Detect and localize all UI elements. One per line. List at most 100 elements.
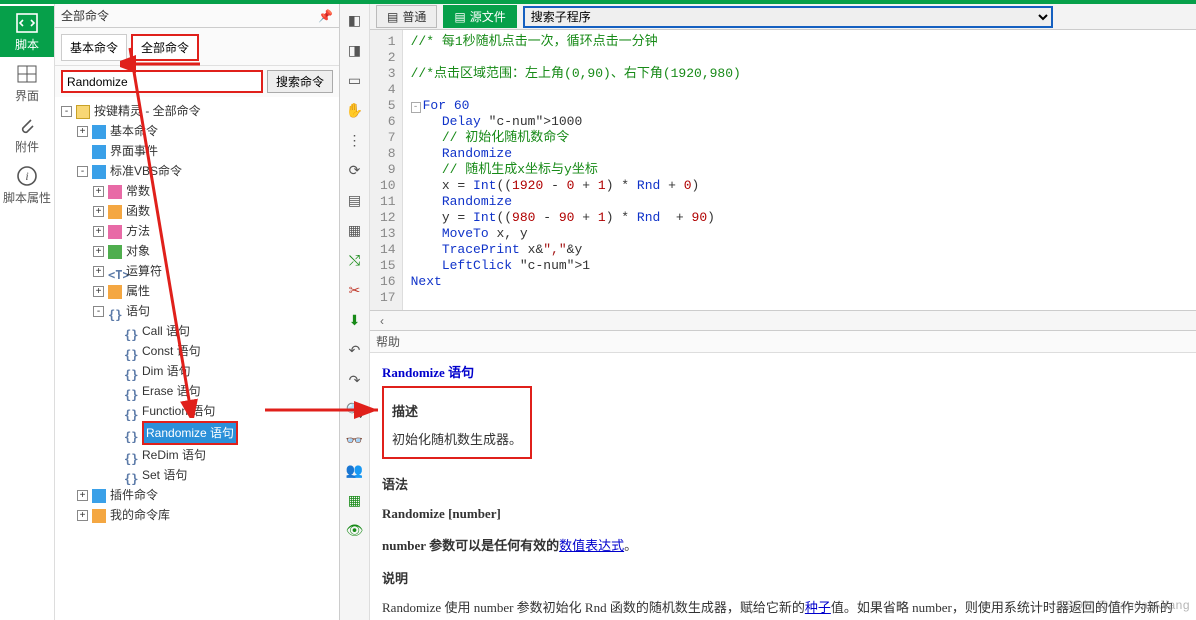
- people-icon[interactable]: 👥: [345, 460, 365, 480]
- tool-10[interactable]: ✂: [345, 280, 365, 300]
- tree-operator[interactable]: 运算符: [126, 264, 162, 278]
- help-header: 帮助: [370, 331, 1196, 353]
- expand-toggle[interactable]: +: [93, 246, 104, 257]
- expand-toggle[interactable]: +: [77, 126, 88, 137]
- pin-icon[interactable]: 📌: [318, 9, 333, 23]
- brace-icon: {}: [124, 469, 138, 483]
- expand-toggle[interactable]: +: [93, 286, 104, 297]
- tree-erase[interactable]: Erase 语句: [142, 384, 201, 398]
- vertical-toolbar: ◧ ◨ ▭ ✋ ⋮ ⟳ ▤ ▦ ⤭ ✂ ⬇ ↶ ↷ 🔍 👓 👥 ▦ 👁: [340, 4, 370, 620]
- tab-source[interactable]: ▤源文件: [443, 5, 516, 28]
- help-panel: 帮助 Randomize 语句 描述 初始化随机数生成器。 语法 Randomi…: [370, 330, 1196, 620]
- tree-uievent[interactable]: 界面事件: [110, 144, 158, 158]
- tree-vbs[interactable]: 标准VBS命令: [110, 164, 182, 178]
- tool-9[interactable]: ⤭: [345, 250, 365, 270]
- lib-icon: [92, 509, 106, 523]
- sub-search-wrap: 搜索子程序: [523, 6, 1053, 28]
- command-tree[interactable]: - 按键精灵 - 全部命令 + 基本命令 界面事件 - 标准VBS命令 + 常数 + 函数…: [55, 97, 339, 620]
- tab-basic-cmd[interactable]: 基本命令: [61, 34, 127, 61]
- editor-area: ▤普通 ▤源文件 搜索子程序 1234567891011121314151617…: [370, 4, 1196, 620]
- brace-icon: {}: [108, 305, 122, 319]
- expand-toggle[interactable]: +: [93, 206, 104, 217]
- tree-const[interactable]: 常数: [126, 184, 150, 198]
- tool-2[interactable]: ◨: [345, 40, 365, 60]
- rail-attach[interactable]: 附件: [0, 108, 54, 159]
- tree-func[interactable]: 函数: [126, 204, 150, 218]
- eye-icon[interactable]: 👁: [345, 520, 365, 540]
- help-seed-link[interactable]: 种子: [805, 600, 831, 615]
- tool-7[interactable]: ▤: [345, 190, 365, 210]
- hand-icon[interactable]: ✋: [345, 100, 365, 120]
- code-icon: [15, 12, 39, 34]
- help-explain-heading: 说明: [382, 567, 1184, 592]
- brace-icon: {}: [124, 325, 138, 339]
- tool-6[interactable]: ⟳: [345, 160, 365, 180]
- tree-function[interactable]: Function 语句: [142, 404, 215, 418]
- expand-toggle[interactable]: +: [77, 490, 88, 501]
- rail-script[interactable]: 脚本: [0, 6, 54, 57]
- tool-1[interactable]: ◧: [345, 10, 365, 30]
- help-param-link[interactable]: 数值表达式: [559, 538, 624, 553]
- tree-set[interactable]: Set 语句: [142, 468, 187, 482]
- cmd-icon: [92, 145, 106, 159]
- rail-ui-label: 界面: [15, 89, 39, 103]
- tool-11[interactable]: ⬇: [345, 310, 365, 330]
- expand-toggle[interactable]: +: [93, 226, 104, 237]
- tree-statement[interactable]: 语句: [126, 304, 150, 318]
- expand-toggle[interactable]: -: [93, 306, 104, 317]
- code-editor[interactable]: 1234567891011121314151617 //* 每1秒随机点击一次，…: [370, 30, 1196, 310]
- tree-redim[interactable]: ReDim 语句: [142, 448, 206, 462]
- grid-icon: [15, 63, 39, 85]
- tree-call[interactable]: Call 语句: [142, 324, 190, 338]
- command-search-input[interactable]: [61, 70, 263, 93]
- brace-icon: {}: [124, 427, 138, 441]
- tab-normal[interactable]: ▤普通: [376, 5, 437, 28]
- tree-mylib[interactable]: 我的命令库: [110, 508, 170, 522]
- expand-toggle[interactable]: +: [93, 266, 104, 277]
- brace-icon: {}: [124, 385, 138, 399]
- brace-icon: {}: [124, 449, 138, 463]
- expand-toggle[interactable]: -: [77, 166, 88, 177]
- tree-plugin[interactable]: 插件命令: [110, 488, 158, 502]
- rail-ui[interactable]: 界面: [0, 57, 54, 108]
- info-icon: i: [15, 165, 39, 187]
- rail-props[interactable]: i 脚本属性: [0, 159, 54, 210]
- chevron-left-icon[interactable]: ‹: [370, 314, 394, 328]
- help-param-pre: number 参数可以是任何有效的: [382, 538, 559, 553]
- rail-attach-label: 附件: [15, 140, 39, 154]
- tree-root[interactable]: 按键精灵 - 全部命令: [94, 104, 201, 118]
- method-icon: [108, 225, 122, 239]
- sub-search-select[interactable]: 搜索子程序: [523, 6, 1053, 28]
- tree-randomize[interactable]: Randomize 语句: [142, 421, 238, 445]
- command-search-button[interactable]: 搜索命令: [267, 70, 333, 93]
- cmd-icon: [92, 165, 106, 179]
- tree-method[interactable]: 方法: [126, 224, 150, 238]
- operator-icon: <T>: [108, 265, 122, 279]
- binoculars-icon[interactable]: 👓: [345, 430, 365, 450]
- tree-const-stmt[interactable]: Const 语句: [142, 344, 201, 358]
- help-param-post: 。: [624, 538, 637, 553]
- line-gutter: 1234567891011121314151617: [370, 30, 403, 310]
- undo-icon[interactable]: ↶: [345, 340, 365, 360]
- tree-property[interactable]: 属性: [126, 284, 150, 298]
- tool-17[interactable]: ▦: [345, 490, 365, 510]
- tree-dim[interactable]: Dim 语句: [142, 364, 191, 378]
- expand-toggle[interactable]: +: [93, 186, 104, 197]
- code-content[interactable]: //* 每1秒随机点击一次，循环点击一分钟 //*点击区域范围：左上角(0,90…: [403, 30, 749, 310]
- tree-basic[interactable]: 基本命令: [110, 124, 158, 138]
- tool-3[interactable]: ▭: [345, 70, 365, 90]
- expand-toggle[interactable]: +: [77, 510, 88, 521]
- redo-icon[interactable]: ↷: [345, 370, 365, 390]
- const-icon: [108, 185, 122, 199]
- tab-all-cmd[interactable]: 全部命令: [131, 34, 199, 61]
- search-icon[interactable]: 🔍: [345, 400, 365, 420]
- tool-5[interactable]: ⋮: [345, 130, 365, 150]
- tree-object[interactable]: 对象: [126, 244, 150, 258]
- tool-8[interactable]: ▦: [345, 220, 365, 240]
- help-splitter[interactable]: ‹: [370, 310, 1196, 330]
- brace-icon: {}: [124, 345, 138, 359]
- object-icon: [108, 245, 122, 259]
- cmd-icon: [92, 489, 106, 503]
- help-desc-text: 初始化随机数生成器。: [392, 428, 522, 453]
- expand-toggle[interactable]: -: [61, 106, 72, 117]
